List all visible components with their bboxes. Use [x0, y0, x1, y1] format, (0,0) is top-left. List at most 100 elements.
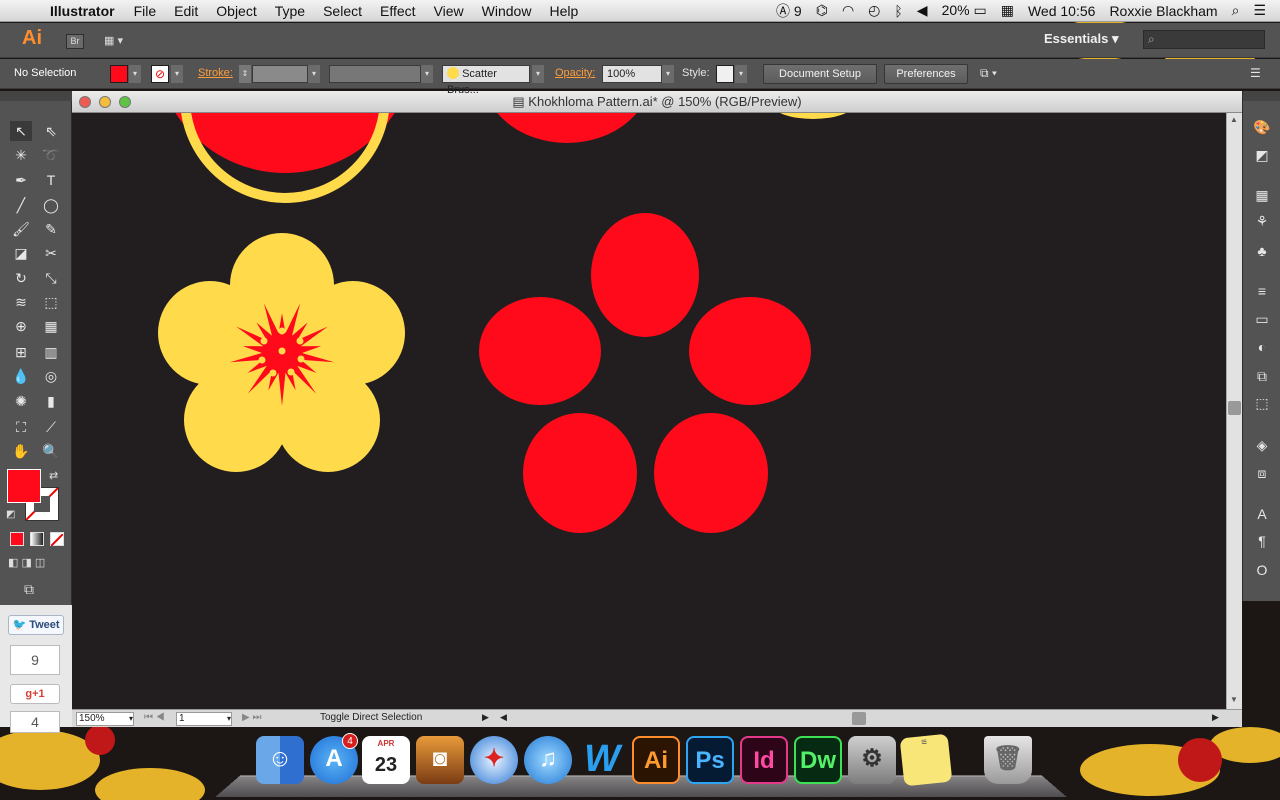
- paintbrush-tool-icon[interactable]: 🖌: [10, 219, 32, 239]
- first-artboard-icon[interactable]: ⏮ ◀: [144, 712, 165, 723]
- document-titlebar[interactable]: ▤ Khokhloma Pattern.ai* @ 150% (RGB/Prev…: [72, 91, 1242, 113]
- photoshop-dock-icon[interactable]: Ps: [686, 736, 734, 784]
- horizontal-scroll-thumb[interactable]: [852, 712, 866, 725]
- menu-file[interactable]: File: [125, 3, 166, 19]
- panel-menu-icon[interactable]: ☰: [1250, 66, 1261, 80]
- status-menu-icon[interactable]: ▶: [482, 712, 489, 723]
- google-plus-button[interactable]: g+1: [10, 684, 60, 704]
- document-setup-button[interactable]: Document Setup: [763, 64, 877, 84]
- lasso-tool-icon[interactable]: ➰: [40, 145, 62, 165]
- yellow-flower[interactable]: [158, 233, 405, 472]
- help-search-input[interactable]: ⌕: [1143, 30, 1265, 49]
- itunes-icon[interactable]: ♫: [524, 736, 572, 784]
- red-petal-group[interactable]: [479, 213, 811, 533]
- rotate-tool-icon[interactable]: ↻: [10, 268, 32, 288]
- sync-icon[interactable]: ⌬: [816, 2, 828, 19]
- app-menu[interactable]: Illustrator: [36, 3, 125, 19]
- bluetooth-icon[interactable]: ᛒ: [894, 3, 902, 19]
- status-message[interactable]: Toggle Direct Selection: [320, 712, 422, 723]
- workspace-switcher[interactable]: Essentials ▾: [1044, 31, 1118, 47]
- finder-icon[interactable]: ☺: [256, 736, 304, 784]
- menu-effect[interactable]: Effect: [371, 3, 425, 19]
- preferences-button[interactable]: Preferences: [884, 64, 968, 84]
- profile-dropdown-icon[interactable]: ▾: [421, 65, 433, 83]
- stroke-weight-stepper[interactable]: ⇕: [239, 65, 251, 83]
- fill-color-box[interactable]: [7, 469, 41, 503]
- time-machine-icon[interactable]: ◴: [868, 2, 880, 19]
- stroke-color-swatch[interactable]: ⊘: [151, 65, 169, 83]
- vertical-scrollbar[interactable]: ▲ ▼: [1226, 113, 1242, 709]
- tweet-button[interactable]: 🐦 Tweet: [8, 615, 64, 635]
- scroll-right-icon[interactable]: ▶: [1212, 712, 1219, 723]
- calendar-icon[interactable]: APR 23: [362, 736, 410, 784]
- input-flag-icon[interactable]: ▦: [1001, 2, 1014, 19]
- symbols-panel-icon[interactable]: ♣: [1252, 241, 1272, 261]
- artboard-canvas[interactable]: [72, 113, 1226, 709]
- graphic-style-swatch[interactable]: [716, 65, 734, 83]
- stroke-label[interactable]: Stroke:: [198, 67, 233, 79]
- opacity-field[interactable]: 100%: [602, 65, 662, 83]
- zoom-tool-icon[interactable]: 🔍: [40, 441, 62, 461]
- indesign-dock-icon[interactable]: Id: [740, 736, 788, 784]
- tools-panel-header[interactable]: [0, 91, 72, 101]
- eyedropper-tool-icon[interactable]: 💧: [10, 366, 32, 386]
- scissors-tool-icon[interactable]: ✂: [40, 243, 62, 263]
- swatches-panel-icon[interactable]: ▦: [1252, 185, 1272, 205]
- slice-tool-icon[interactable]: ⟋: [40, 417, 62, 437]
- notification-center-icon[interactable]: ☰: [1253, 2, 1266, 19]
- safari-icon[interactable]: ✦: [470, 736, 518, 784]
- variable-width-profile[interactable]: [329, 65, 421, 83]
- brushes-panel-icon[interactable]: ⚘: [1252, 211, 1272, 231]
- style-dropdown-icon[interactable]: ▾: [735, 65, 747, 83]
- opacity-label[interactable]: Opacity:: [555, 67, 595, 79]
- none-mode-icon[interactable]: [50, 532, 64, 547]
- perspective-grid-tool-icon[interactable]: ▦: [40, 316, 62, 336]
- stroke-dropdown-icon[interactable]: ▾: [171, 65, 183, 83]
- opacity-dropdown-icon[interactable]: ▾: [662, 65, 674, 83]
- arrange-documents-button[interactable]: ▦ ▾: [104, 34, 134, 49]
- partial-red-circle-top[interactable]: [482, 113, 652, 143]
- stroke-panel-icon[interactable]: ≡: [1252, 281, 1272, 301]
- bridge-button[interactable]: Br: [66, 34, 84, 49]
- volume-icon[interactable]: ◀: [917, 2, 928, 19]
- direct-selection-tool-icon[interactable]: ⇖: [40, 121, 62, 141]
- scroll-left-icon[interactable]: ◀: [500, 712, 507, 723]
- stroke-weight-field[interactable]: [252, 65, 308, 83]
- graphic-styles-panel-icon[interactable]: ⬚: [1252, 393, 1272, 413]
- warp-tool-icon[interactable]: ≋: [10, 292, 32, 312]
- default-fill-stroke-icon[interactable]: ◩: [6, 509, 15, 520]
- battery-indicator[interactable]: 20% ▭: [942, 2, 987, 19]
- shape-builder-tool-icon[interactable]: ⊕: [10, 316, 32, 336]
- magic-wand-tool-icon[interactable]: ✳: [10, 145, 32, 165]
- hand-tool-icon[interactable]: ✋: [10, 441, 32, 461]
- menu-object[interactable]: Object: [207, 3, 265, 19]
- menu-edit[interactable]: Edit: [165, 3, 207, 19]
- menu-view[interactable]: View: [425, 3, 473, 19]
- opentype-panel-icon[interactable]: O: [1252, 560, 1272, 580]
- stickies-icon[interactable]: ≡: [899, 733, 953, 787]
- blend-tool-icon[interactable]: ◎: [40, 366, 62, 386]
- stroke-weight-dropdown-icon[interactable]: ▾: [308, 65, 320, 83]
- artboard-dropdown-icon[interactable]: ▾: [227, 713, 231, 725]
- menu-help[interactable]: Help: [540, 3, 587, 19]
- iphoto-icon[interactable]: ◙: [416, 736, 464, 784]
- panel-dock-header[interactable]: [1243, 91, 1280, 101]
- color-mode-icon[interactable]: [10, 532, 24, 546]
- zoom-dropdown-icon[interactable]: ▾: [129, 713, 133, 725]
- free-transform-tool-icon[interactable]: ⬚: [40, 292, 62, 312]
- brush-definition[interactable]: Scatter Brus...: [442, 65, 530, 96]
- dreamweaver-dock-icon[interactable]: Dw: [794, 736, 842, 784]
- artboard-number-field[interactable]: 1 ▾: [176, 712, 232, 726]
- graph-tool-icon[interactable]: ▮: [40, 391, 62, 411]
- screen-mode-icon[interactable]: ⧉: [24, 581, 34, 598]
- next-artboard-icon[interactable]: ▶ ⏭: [242, 712, 261, 723]
- artboard-tool-icon[interactable]: ⛶: [10, 417, 32, 437]
- character-panel-icon[interactable]: A: [1252, 504, 1272, 524]
- appearance-panel-icon[interactable]: ⧉: [1252, 366, 1272, 386]
- artboards-panel-icon[interactable]: ⧈: [1252, 463, 1272, 483]
- layers-panel-icon[interactable]: ◈: [1252, 435, 1272, 455]
- vertical-scroll-thumb[interactable]: [1228, 401, 1241, 415]
- symbol-sprayer-tool-icon[interactable]: ✺: [10, 391, 32, 411]
- artwork[interactable]: [72, 113, 1226, 709]
- fill-dropdown-icon[interactable]: ▾: [129, 65, 141, 83]
